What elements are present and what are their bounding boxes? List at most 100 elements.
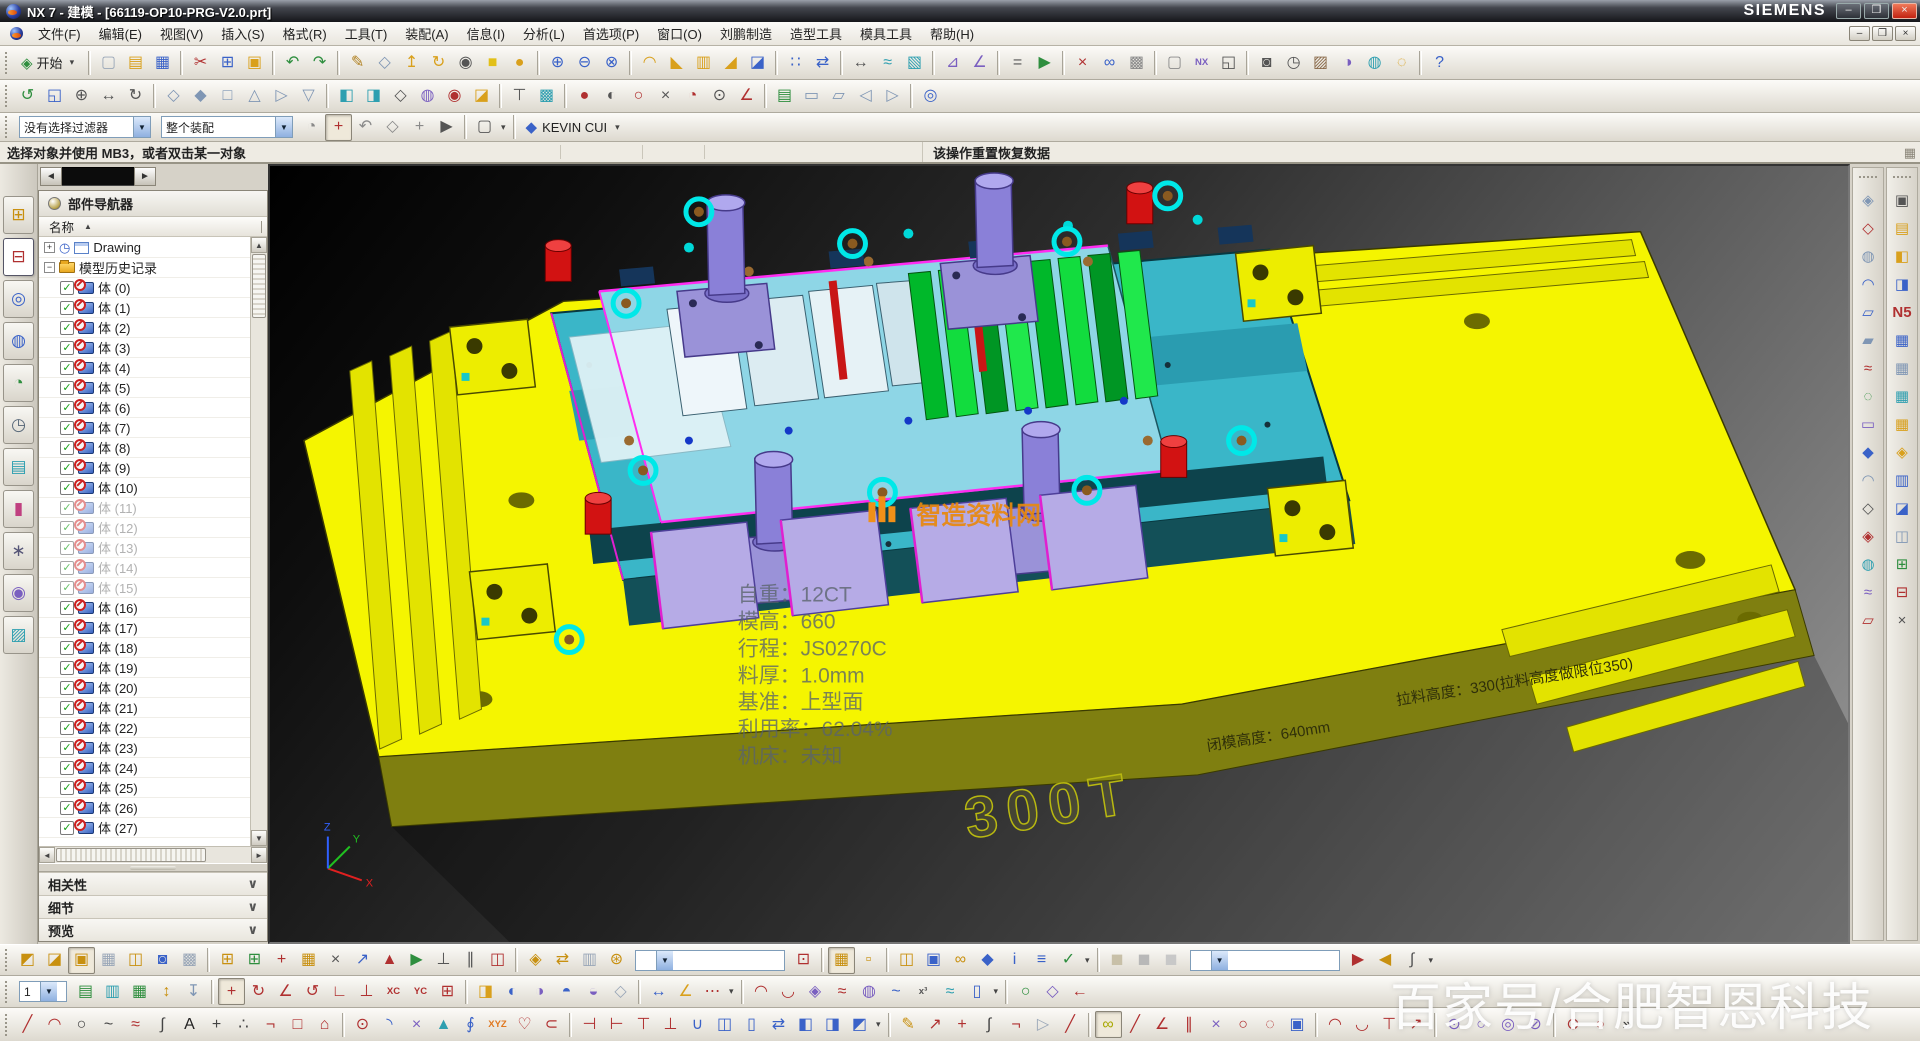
tree-row[interactable]: ✓体 (23): [39, 738, 250, 758]
internet-explorer-tab[interactable]: ◍: [3, 322, 34, 360]
measure-distance-icon[interactable]: ⊿: [939, 49, 966, 76]
tree-row[interactable]: ✓体 (10): [39, 478, 250, 498]
law-extension-icon[interactable]: ◈: [1889, 439, 1915, 465]
rotate-view-icon[interactable]: ↻: [122, 83, 149, 110]
visibility-checkbox[interactable]: ✓: [60, 321, 74, 335]
right-view-icon[interactable]: ▷: [268, 83, 295, 110]
tree-row[interactable]: ✓体 (13): [39, 538, 250, 558]
copy-to-layer-icon[interactable]: ↧: [180, 978, 207, 1005]
show-all-icon[interactable]: ◒: [580, 978, 607, 1005]
point-icon[interactable]: +: [203, 1011, 230, 1038]
menu-item[interactable]: 首选项(P): [574, 21, 648, 46]
minimize-button[interactable]: –: [1836, 3, 1861, 19]
text-icon[interactable]: A: [176, 1011, 203, 1038]
visibility-checkbox[interactable]: ✓: [60, 421, 74, 435]
styled-sweep-icon[interactable]: ≈: [1855, 355, 1881, 381]
close-button[interactable]: ×: [1892, 3, 1917, 19]
unwrap-curve-icon[interactable]: ◨: [819, 1011, 846, 1038]
visibility-checkbox[interactable]: ✓: [60, 501, 74, 515]
verify-constraints-icon[interactable]: ✓: [1055, 947, 1082, 974]
visibility-checkbox[interactable]: ✓: [60, 701, 74, 715]
scroll-down-icon[interactable]: ▼: [251, 830, 267, 846]
gallery-tab[interactable]: ▨: [3, 616, 34, 654]
gauge-icon[interactable]: ▯: [964, 978, 991, 1005]
tree-row[interactable]: ✓体 (24): [39, 758, 250, 778]
tree-row[interactable]: ✓体 (17): [39, 618, 250, 638]
tree-row[interactable]: ✓体 (21): [39, 698, 250, 718]
law-curve-icon[interactable]: ♡: [511, 1011, 538, 1038]
i-form-icon[interactable]: ▱: [1855, 607, 1881, 633]
slide-left-button[interactable]: ◄: [40, 167, 62, 186]
reuse-library-tab[interactable]: ◔: [3, 364, 34, 402]
join-curve-icon[interactable]: ∪: [684, 1011, 711, 1038]
pmi-icon[interactable]: ⊤: [506, 83, 533, 110]
wcs-xc-icon[interactable]: XC: [380, 978, 407, 1005]
mdi-minimize-button[interactable]: –: [1849, 26, 1870, 41]
global-shaping-icon[interactable]: ◍: [1855, 551, 1881, 577]
component-info-icon[interactable]: i: [1001, 947, 1028, 974]
profile-icon[interactable]: ╱: [14, 1011, 41, 1038]
point-set-icon[interactable]: ∴: [230, 1011, 257, 1038]
patch-surface-icon[interactable]: ◈: [1855, 523, 1881, 549]
visibility-checkbox[interactable]: ✓: [60, 621, 74, 635]
visibility-checkbox[interactable]: ✓: [60, 761, 74, 775]
show-component-icon[interactable]: ▦: [95, 947, 122, 974]
transition-surface-icon[interactable]: ◆: [1855, 439, 1881, 465]
trim-curve-icon[interactable]: ⊣: [576, 1011, 603, 1038]
menu-item[interactable]: 分析(L): [514, 21, 574, 46]
delete-icon[interactable]: ×: [1069, 49, 1096, 76]
front-view-icon[interactable]: □: [214, 83, 241, 110]
tree-expander[interactable]: +: [44, 242, 55, 253]
corner-icon[interactable]: ¬: [1003, 1011, 1030, 1038]
toolbar-grip[interactable]: [5, 52, 10, 74]
window-icon[interactable]: ▢: [1161, 49, 1188, 76]
sketch-icon[interactable]: ✎: [344, 49, 371, 76]
bounded-plane-icon[interactable]: ▭: [1855, 411, 1881, 437]
redo-icon[interactable]: ↷: [306, 49, 333, 76]
history-tab[interactable]: ◷: [3, 406, 34, 444]
align-constraint-icon[interactable]: ▶: [403, 947, 430, 974]
menu-item[interactable]: 信息(I): [458, 21, 514, 46]
render-style-icon[interactable]: ◑: [1334, 49, 1361, 76]
arc-start-icon[interactable]: ◠: [1322, 1011, 1349, 1038]
cylinder-icon[interactable]: ●: [506, 49, 533, 76]
navigator-section[interactable]: 预览∨: [39, 918, 267, 941]
wrap-curve-icon[interactable]: ◧: [792, 1011, 819, 1038]
hide-component-icon[interactable]: ◫: [122, 947, 149, 974]
sheet-to-solid-icon[interactable]: ◫: [1889, 523, 1915, 549]
curve-length-icon[interactable]: ⊥: [657, 1011, 684, 1038]
open-icon[interactable]: ▤: [122, 49, 149, 76]
move-to-layer-icon[interactable]: ↕: [153, 978, 180, 1005]
wave-geometry-icon[interactable]: ▥: [576, 947, 603, 974]
visibility-checkbox[interactable]: ✓: [60, 461, 74, 475]
rectangle-icon[interactable]: □: [284, 1011, 311, 1038]
menu-item[interactable]: 装配(A): [396, 21, 457, 46]
nx5-legacy-icon[interactable]: N5: [1889, 299, 1915, 325]
hd3d-tools-tab[interactable]: ▮: [3, 490, 34, 528]
unsew-icon[interactable]: ⊟: [1889, 579, 1915, 605]
wcs-origin-icon[interactable]: ∠: [272, 978, 299, 1005]
line-segment-icon[interactable]: ╱: [1122, 1011, 1149, 1038]
wave-link-icon[interactable]: ∞: [1096, 49, 1123, 76]
ellipse-icon[interactable]: ⊙: [349, 1011, 376, 1038]
name-column-header[interactable]: 名称 ▲: [39, 217, 267, 237]
menu-item[interactable]: 视图(V): [151, 21, 212, 46]
add-component-icon[interactable]: ⊞: [214, 947, 241, 974]
chevron-down-icon[interactable]: ▾: [994, 986, 999, 997]
work-layer-icon[interactable]: ▤: [771, 83, 798, 110]
undo-icon[interactable]: ↶: [279, 49, 306, 76]
highlight-hands-icon[interactable]: ◔: [298, 114, 325, 141]
tree-row[interactable]: ✓体 (2): [39, 318, 250, 338]
layer-visible-in-view-icon[interactable]: ▥: [99, 978, 126, 1005]
line-icon[interactable]: ╱: [1057, 1011, 1084, 1038]
open-component-icon[interactable]: ◪: [41, 947, 68, 974]
toolbar-grip[interactable]: [5, 949, 10, 971]
rotate-left-icon[interactable]: ◁: [852, 83, 879, 110]
tree-row[interactable]: ✓体 (18): [39, 638, 250, 658]
parallel-line-icon[interactable]: ∥: [1176, 1011, 1203, 1038]
wcs-rotate-icon[interactable]: ↻: [245, 978, 272, 1005]
visibility-checkbox[interactable]: ✓: [60, 661, 74, 675]
tree-row[interactable]: −模型历史记录: [39, 258, 250, 278]
section-surface-icon[interactable]: ◌: [1855, 383, 1881, 409]
visibility-checkbox[interactable]: ✓: [60, 581, 74, 595]
